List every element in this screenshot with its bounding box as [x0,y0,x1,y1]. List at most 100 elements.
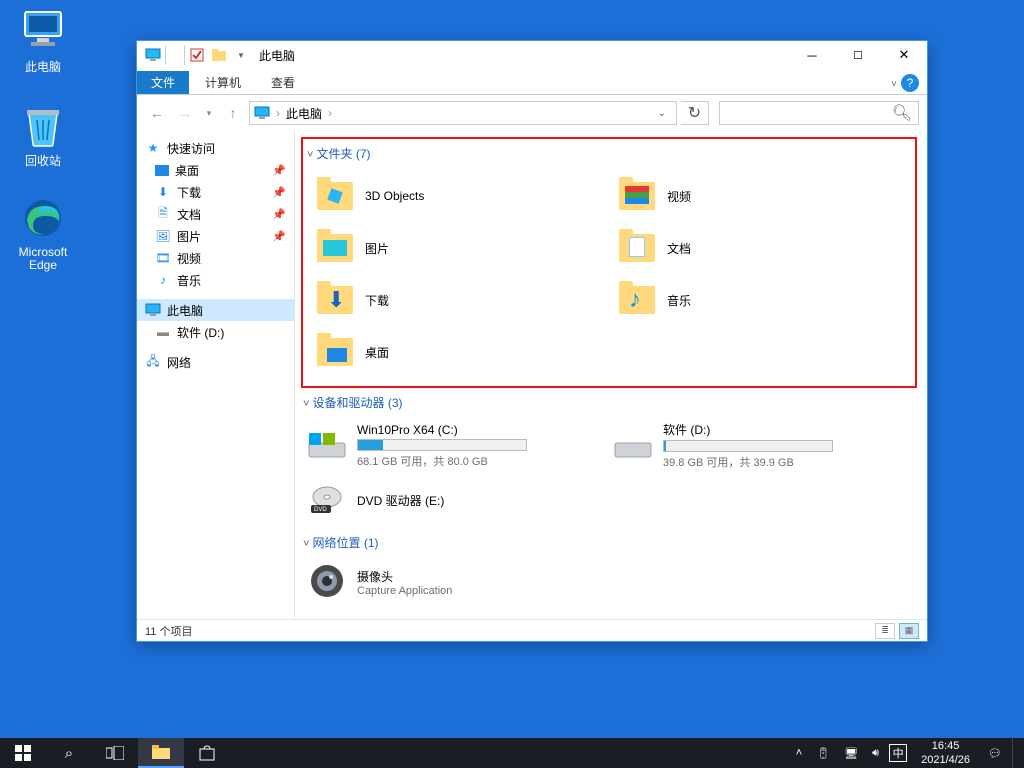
minimize-button[interactable]: ─ [789,41,835,69]
search-icon: 🔍︎ [892,103,912,123]
maximize-icon: ☐ [853,49,863,62]
folder-3dobjects[interactable]: 3D Objects [311,174,605,218]
netloc-label: 摄像头 [357,568,452,585]
folder-video[interactable]: 视频 [613,174,907,218]
drive-icon [307,426,347,466]
sidebar-thispc[interactable]: 此电脑 [137,299,294,321]
nav-forward[interactable]: → [173,101,197,125]
folder-icon: ♪ [619,286,655,314]
nav-back[interactable]: ← [145,101,169,125]
start-button[interactable] [0,738,46,768]
help-button[interactable]: ? [901,74,919,92]
drive-usage-bar [663,440,833,452]
view-details-button[interactable]: ≣ [875,623,895,639]
folder-doc[interactable]: 文档 [613,226,907,270]
sidebar-item-music[interactable]: ♪音乐 [137,269,294,291]
taskview-icon [106,746,124,760]
folder-desktop[interactable]: 桌面 [311,330,605,374]
tray-notifications[interactable]: 💬︎ [984,738,1006,768]
sidebar-item-desktop[interactable]: 桌面📌 [137,159,294,181]
sidebar-quickaccess[interactable]: ★ 快速访问 [137,137,294,159]
sidebar-item-download[interactable]: ⬇下载📌 [137,181,294,203]
tab-view[interactable]: 查看 [257,71,309,94]
nav-history[interactable]: ▾ [201,101,217,125]
folder-pic[interactable]: 图片 [311,226,605,270]
desktop-icon-edge[interactable]: Microsoft Edge [5,198,81,272]
group-header-netloc[interactable]: 网络位置 (1) [303,534,917,551]
taskbar-search[interactable]: ⌕ [46,738,92,768]
chevron-down-icon: ▼ [237,51,245,60]
desktop-icon-thispc[interactable]: 此电脑 [5,10,81,75]
tab-computer[interactable]: 计算机 [191,71,255,94]
close-button[interactable]: ✕ [881,41,927,69]
breadcrumb-root[interactable]: 此电脑 [286,105,322,122]
drive-icon: ▬ [155,324,171,340]
qat-properties-icon[interactable] [187,45,207,65]
titlebar[interactable]: ▼ 此电脑 ─ ☐ ✕ [137,41,927,69]
desktop-icon-label: 此电脑 [5,58,81,75]
taskbar-store[interactable] [184,738,230,768]
network-icon: 🖧 [145,354,161,370]
folder-icon [317,234,353,262]
download-icon: ⬇ [155,184,171,200]
drive-dvd[interactable]: DVD DVD 驱动器 (E:) [307,480,605,520]
taskbar-taskview[interactable] [92,738,138,768]
group-header-drives[interactable]: 设备和驱动器 (3) [303,394,917,411]
taskbar-explorer[interactable] [138,738,184,768]
doc-icon: 🗎 [155,206,171,222]
tray-ime[interactable]: 中 [889,744,907,762]
view-tiles-button[interactable]: ▦ [899,623,919,639]
sidebar-item-video[interactable]: 🎞 视频 [137,247,294,269]
list-icon: ≣ [881,625,889,636]
chevron-down-icon: ⌄ [658,108,666,119]
desktop-icon-recycle[interactable]: 回收站 [5,104,81,169]
checkbox-icon [190,48,204,62]
pin-icon: 📌 [272,164,286,177]
address-bar[interactable]: › 此电脑 › ⌄ [249,101,677,125]
status-text: 11 个项目 [145,623,192,639]
group-header-folders[interactable]: 文件夹 (7) [307,145,913,162]
refresh-button[interactable]: ↻ [681,101,709,125]
monitor-icon [21,10,65,50]
monitor-small-icon [145,48,161,62]
tray-volume[interactable]: 🔊︎ [868,738,883,768]
nav-sidebar: ★ 快速访问 桌面📌 ⬇下载📌 🗎文档📌 🖼图片📌 🎞 视频 ♪音乐 此电脑 ▬ 软… [137,131,295,619]
video-icon: 🎞 [155,250,171,266]
pin-icon: 📌 [272,230,286,243]
battery-icon: 🔋︎ [814,738,832,768]
search-box[interactable]: 🔍︎ [719,101,919,125]
store-icon [199,745,215,761]
ribbon-collapse[interactable]: ˅ [891,79,897,90]
drive-label: DVD 驱动器 (E:) [357,492,444,509]
tab-file[interactable]: 文件 [137,71,189,94]
folder-download[interactable]: ⬇下载 [311,278,605,322]
maximize-button[interactable]: ☐ [835,41,881,69]
sidebar-label: 视频 [177,250,201,267]
recyclebin-icon [23,104,63,148]
sidebar-drive-d[interactable]: ▬ 软件 (D:) [137,321,294,343]
qat-dropdown[interactable]: ▼ [231,45,251,65]
netloc-camera[interactable]: 摄像头 Capture Application [301,557,917,608]
nav-up[interactable]: ↑ [221,101,245,125]
sidebar-item-pic[interactable]: 🖼图片📌 [137,225,294,247]
address-dropdown[interactable]: ⌄ [652,108,672,119]
tray-battery[interactable]: 🔋︎ [812,738,834,768]
qat-thispc-icon[interactable] [143,45,163,65]
qat-newfolder-icon[interactable] [209,45,229,65]
system-tray: ˄ 🔋︎ 🖥︎ 🔊︎ 中 16:45 2021/4/26 💬︎ [792,738,1024,768]
sidebar-label: 软件 (D:) [177,324,224,341]
folder-label: 文档 [667,240,691,257]
taskbar-clock[interactable]: 16:45 2021/4/26 [913,739,978,767]
tray-network[interactable]: 🖥︎ [840,738,862,768]
drive-c[interactable]: Win10Pro X64 (C:) 68.1 GB 可用，共 80.0 GB [307,421,605,470]
minimize-icon: ─ [807,48,816,63]
drive-d[interactable]: 软件 (D:) 39.8 GB 可用，共 39.9 GB [613,421,911,470]
sidebar-item-doc[interactable]: 🗎文档📌 [137,203,294,225]
tray-chevron[interactable]: ˄ [792,738,806,768]
show-desktop[interactable] [1012,738,1018,768]
folder-small-icon [212,49,226,61]
folder-label: 下载 [365,292,389,309]
folder-music[interactable]: ♪音乐 [613,278,907,322]
sidebar-network[interactable]: 🖧网络 [137,351,294,373]
folder-icon [619,234,655,262]
